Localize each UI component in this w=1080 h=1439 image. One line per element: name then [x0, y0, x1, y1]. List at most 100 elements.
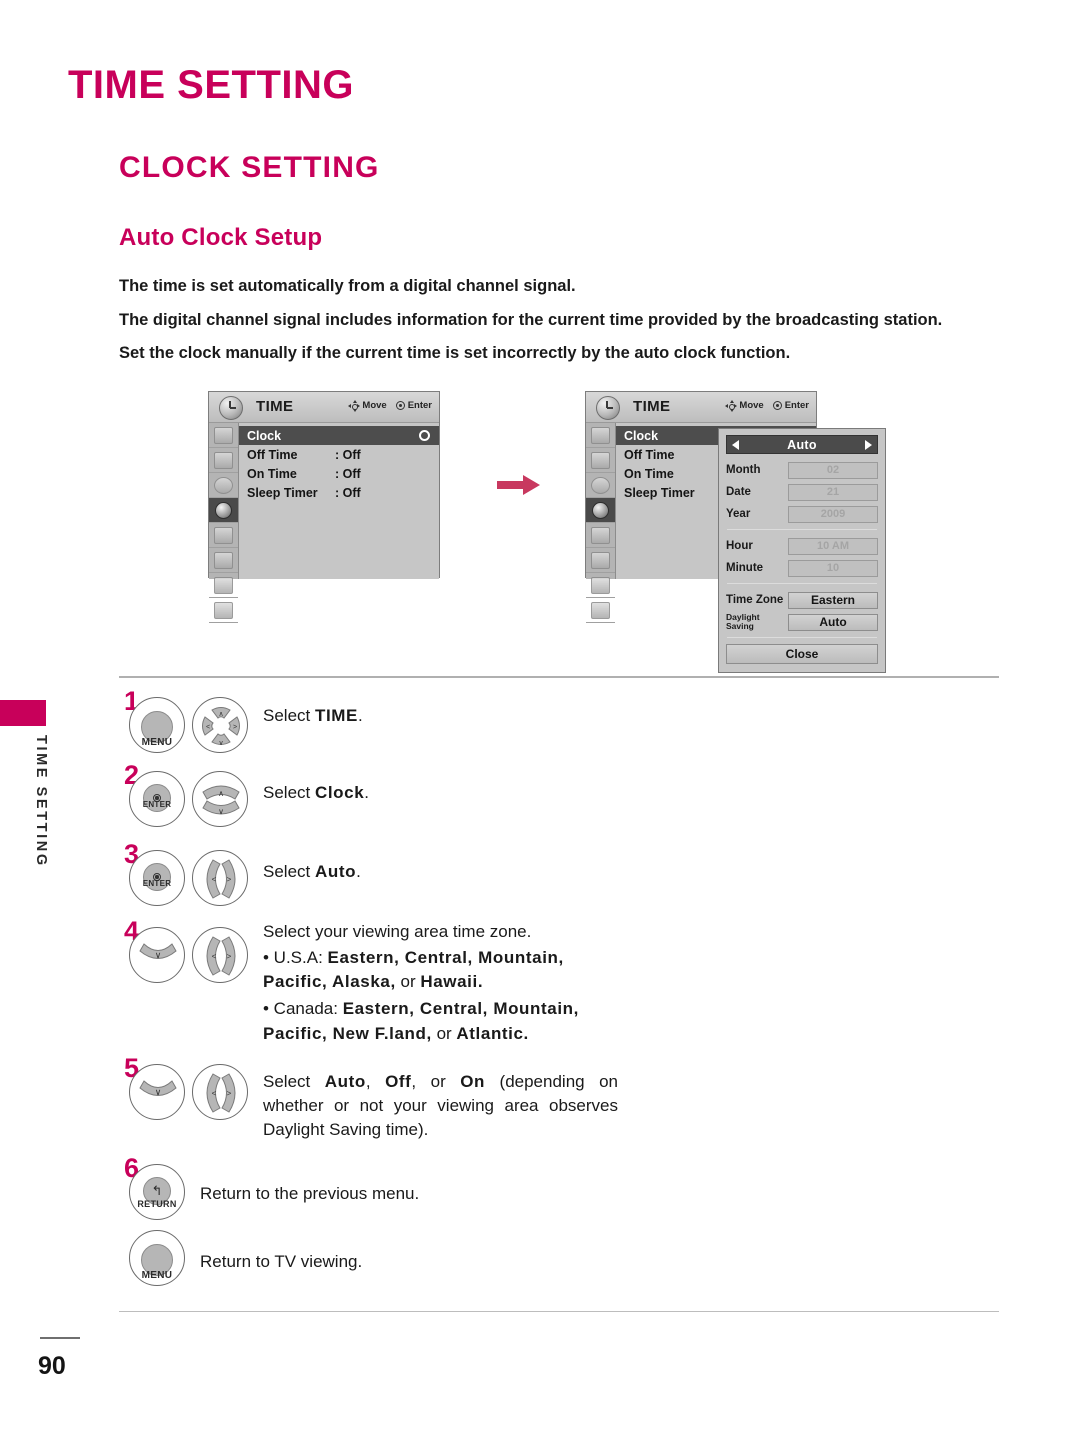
step-5-sep-2: , or	[411, 1072, 446, 1091]
dialog-row-value-time-zone[interactable]: Eastern	[788, 591, 878, 609]
rail-item-input[interactable]	[209, 573, 238, 598]
menu-row-value: : Off	[335, 485, 361, 500]
dialog-row-label: Time Zone	[726, 593, 784, 606]
svg-text:<: <	[212, 952, 217, 961]
bullet-canada-or: or	[436, 1023, 452, 1043]
menu-row-label: On Time	[247, 466, 297, 481]
return-button-label: RETURN	[137, 1199, 177, 1209]
osd-title: TIME	[633, 398, 671, 415]
step-2-text-a: Select	[263, 783, 315, 802]
chevron-right-icon[interactable]	[865, 439, 872, 450]
menu-button[interactable]: MENU	[129, 697, 185, 753]
hint-move: Move	[725, 399, 764, 412]
page-number: 90	[38, 1352, 66, 1380]
rail-item-time[interactable]	[209, 498, 238, 523]
dpad-4way-button[interactable]: ∧ ∨ < >	[192, 697, 248, 753]
rail-item-time[interactable]	[586, 498, 615, 523]
clock-icon	[219, 396, 243, 420]
dialog-divider	[727, 583, 877, 584]
step-5-option-on: On	[460, 1072, 486, 1091]
enter-button-label: ENTER	[142, 879, 172, 888]
left-right-icon: < >	[206, 859, 236, 899]
left-right-icon: < >	[206, 936, 236, 976]
menu-row-on-time[interactable]: On Time : Off	[239, 464, 439, 483]
menu-button[interactable]: MENU	[129, 1230, 185, 1286]
rail-item-alarm[interactable]	[586, 473, 615, 498]
step-5-text: Select Auto, Off, or On (depending on wh…	[263, 1070, 618, 1142]
left-right-button[interactable]: < >	[192, 927, 248, 983]
bullet-usa-or: or	[400, 972, 416, 992]
step-3-text: Select Auto.	[263, 860, 683, 884]
content-divider-bottom	[119, 1311, 999, 1312]
svg-text:∧: ∧	[218, 789, 224, 798]
enter-button[interactable]: ENTER	[129, 771, 185, 827]
dialog-row-value-year: 2009	[788, 505, 878, 523]
dpad-4way-icon: ∧ ∨ < >	[202, 707, 240, 747]
dialog-row-value-hour: 10 AM	[788, 537, 878, 555]
up-down-icon: ∧ ∨	[202, 785, 240, 816]
rail-item-option[interactable]	[209, 523, 238, 548]
dialog-close-button[interactable]: Close	[726, 644, 878, 664]
svg-text:∧: ∧	[218, 711, 223, 718]
rail-item-picture[interactable]	[586, 423, 615, 448]
svg-text:∨: ∨	[218, 807, 224, 816]
clock-icon	[596, 396, 620, 420]
menu-row-value: : Off	[335, 466, 361, 481]
rail-item-audio[interactable]	[586, 448, 615, 473]
left-right-button[interactable]: < >	[192, 1064, 248, 1120]
menu-row-clock[interactable]: Clock	[239, 426, 439, 445]
menu-row-off-time[interactable]: Off Time : Off	[239, 445, 439, 464]
dialog-divider	[727, 529, 877, 530]
menu-row-label: Sleep Timer	[624, 485, 695, 500]
dialog-row-label: Daylight Saving	[726, 612, 760, 631]
osd-menu-before: TIME Move Enter Clock Off Time: Off On …	[208, 391, 440, 623]
dialog-row-time-zone[interactable]: Time Zone Eastern	[726, 590, 878, 610]
rail-item-audio[interactable]	[209, 448, 238, 473]
dialog-row-minute: Minute 10	[726, 558, 878, 578]
svg-text:>: >	[227, 875, 232, 884]
left-right-button[interactable]: < >	[192, 850, 248, 906]
rail-item-lock[interactable]	[209, 548, 238, 573]
hint-enter-label: Enter	[784, 400, 809, 411]
rail-item-option[interactable]	[586, 523, 615, 548]
rail-item-usb[interactable]	[209, 598, 238, 623]
rail-item-usb[interactable]	[586, 598, 615, 623]
svg-text:<: <	[212, 875, 217, 884]
chevron-left-icon[interactable]	[732, 439, 739, 450]
step-4-text: Select your viewing area time zone. • U.…	[263, 920, 633, 1046]
menu-row-label: Clock	[624, 428, 659, 443]
svg-text:>: >	[227, 952, 232, 961]
down-arrow-icon: ∨	[139, 1080, 177, 1097]
dialog-mode-selector[interactable]: Auto	[726, 435, 878, 454]
down-button[interactable]: ∨	[129, 927, 185, 983]
return-arrow-icon: ↰	[151, 1183, 163, 1198]
dialog-row-label: Minute	[726, 561, 764, 574]
osd-icon-rail	[586, 423, 616, 623]
enter-icon	[772, 401, 782, 410]
down-button[interactable]: ∨	[129, 1064, 185, 1120]
step-3-text-bold: Auto	[314, 862, 357, 881]
dialog-row-value-month: 02	[788, 461, 878, 479]
osd-header: TIME Move Enter	[209, 392, 439, 423]
svg-text:>: >	[227, 1089, 232, 1098]
menu-row-label: Sleep Timer	[247, 485, 318, 500]
enter-button[interactable]: ENTER	[129, 850, 185, 906]
rail-item-lock[interactable]	[586, 548, 615, 573]
down-arrow-icon: ∨	[139, 943, 177, 960]
menu-row-sleep-timer[interactable]: Sleep Timer : Off	[239, 483, 439, 502]
svg-text:>: >	[233, 724, 237, 731]
rail-item-alarm[interactable]	[209, 473, 238, 498]
menu-row-label: Clock	[247, 428, 282, 443]
dialog-row-daylight-saving[interactable]: Daylight Saving Auto	[726, 612, 878, 632]
rail-item-input[interactable]	[586, 573, 615, 598]
dialog-row-value-daylight-saving[interactable]: Auto	[788, 613, 878, 631]
dialog-divider	[727, 637, 877, 638]
rail-item-picture[interactable]	[209, 423, 238, 448]
side-chapter-label: TIME SETTING	[33, 735, 49, 868]
svg-text:<: <	[212, 1089, 217, 1098]
content-divider-top	[119, 676, 999, 678]
step-4-bullets: • U.S.A: Eastern, Central, Mountain, Pac…	[263, 946, 633, 1046]
osd-header: TIME Move Enter	[586, 392, 816, 423]
up-down-button[interactable]: ∧ ∨	[192, 771, 248, 827]
return-button[interactable]: ↰ RETURN	[129, 1164, 185, 1220]
